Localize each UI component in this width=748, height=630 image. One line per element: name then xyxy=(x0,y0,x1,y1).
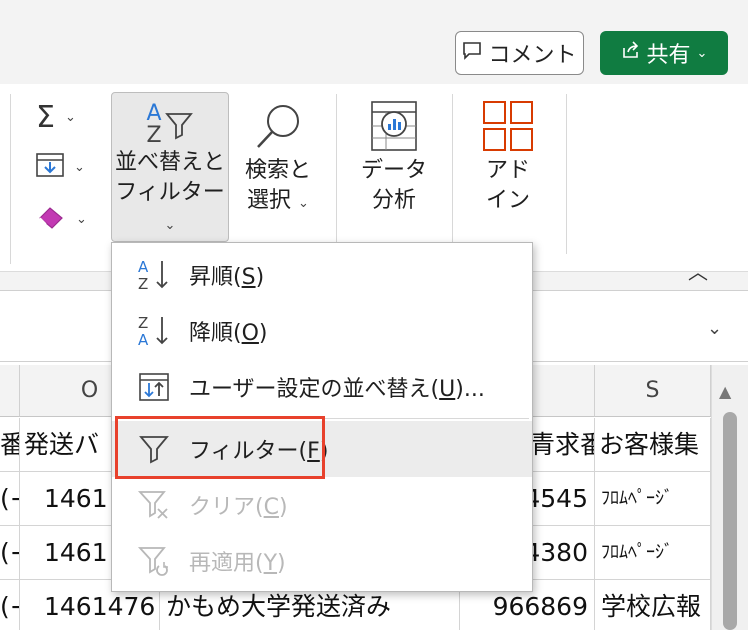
chevron-down-icon: ⌄ xyxy=(164,218,176,233)
sigma-icon: Σ xyxy=(36,100,55,135)
magnifier-icon xyxy=(253,96,303,156)
chevron-down-icon: ⌄ xyxy=(64,110,76,125)
chevron-down-icon: ⌄ xyxy=(298,196,309,211)
autosum-button[interactable]: Σ ⌄ xyxy=(36,100,76,135)
filter-highlight-box xyxy=(115,416,325,479)
menu-item-sort-descending[interactable]: ZA 降順(O) xyxy=(112,303,532,359)
analyze-data-label: データ xyxy=(360,158,427,183)
clear-button[interactable]: ⌄ xyxy=(36,204,87,235)
sort-ascending-icon: AZ xyxy=(134,255,174,295)
analyze-data-button[interactable]: データ 分析 xyxy=(356,96,432,216)
sort-filter-button[interactable]: A Z 並べ替えと フィルター ⌄ xyxy=(111,92,229,242)
sort-filter-label-2: フィルター xyxy=(115,180,225,205)
column-header-s[interactable]: S xyxy=(595,365,711,417)
collapse-ribbon-icon[interactable]: ︿ xyxy=(688,256,708,285)
find-select-label: 検索と xyxy=(244,158,311,183)
fill-down-icon xyxy=(36,152,64,183)
table-cell[interactable]: ﾌﾛﾑﾍﾟｰｼﾞ xyxy=(595,526,711,580)
chevron-down-icon: ⌄ xyxy=(76,212,87,227)
analyze-data-icon xyxy=(366,96,422,156)
addins-button[interactable]: アド イン xyxy=(470,96,546,216)
find-select-button[interactable]: 検索と 選択 ⌄ xyxy=(238,96,318,219)
ribbon-separator xyxy=(336,94,337,254)
sort-descending-icon: ZA xyxy=(134,311,174,351)
share-label: 共有 xyxy=(646,43,691,68)
share-button[interactable]: 共有 ⌄ xyxy=(600,31,728,75)
svg-text:Z: Z xyxy=(138,275,148,293)
reapply-filter-icon xyxy=(134,541,174,581)
menu-item-sort-ascending[interactable]: AZ 昇順(S) xyxy=(112,247,532,303)
table-cell[interactable]: ﾌﾛﾑﾍﾟｰｼﾞ xyxy=(595,472,711,526)
scrollbar-thumb[interactable] xyxy=(723,412,737,630)
eraser-icon xyxy=(36,204,66,235)
comments-label: コメント xyxy=(488,43,577,68)
table-cell[interactable]: (+ xyxy=(0,580,20,630)
table-cell[interactable]: (+ xyxy=(0,526,20,580)
menu-item-custom-sort[interactable]: ユーザー設定の並べ替え(U)... xyxy=(112,359,532,415)
ribbon-separator xyxy=(566,94,567,254)
sort-filter-icon: A Z xyxy=(146,101,193,148)
share-icon xyxy=(621,40,641,66)
addins-label: アド xyxy=(485,158,530,183)
ribbon-separator xyxy=(10,94,11,264)
addins-label-2: イン xyxy=(485,188,530,213)
table-cell[interactable]: (+ xyxy=(0,472,20,526)
chevron-down-icon: ⌄ xyxy=(696,45,708,61)
expand-formula-bar-icon[interactable]: ⌄ xyxy=(707,318,722,339)
addins-icon xyxy=(481,96,535,156)
menu-item-clear-filter: クリア(C) xyxy=(112,477,532,533)
scroll-up-icon[interactable]: ▲ xyxy=(719,382,731,401)
svg-text:Z: Z xyxy=(138,314,148,332)
table-cell[interactable]: お客様集 xyxy=(595,418,711,472)
table-cell[interactable]: 学校広報 xyxy=(595,580,711,630)
ribbon-separator xyxy=(452,94,453,254)
analyze-data-label-2: 分析 xyxy=(371,188,416,213)
column-header[interactable] xyxy=(0,365,20,417)
sort-filter-label: 並べ替えと xyxy=(114,150,225,175)
table-cell[interactable]: 番 xyxy=(0,418,20,472)
svg-text:A: A xyxy=(138,331,149,349)
menu-item-reapply-filter: 再適用(Y) xyxy=(112,533,532,589)
svg-text:A: A xyxy=(138,258,149,276)
find-select-label-2: 選択 xyxy=(247,188,292,213)
custom-sort-icon xyxy=(134,367,174,407)
fill-button[interactable]: ⌄ xyxy=(36,152,85,183)
clear-filter-icon xyxy=(134,485,174,525)
comments-button[interactable]: コメント xyxy=(455,31,584,75)
chevron-down-icon: ⌄ xyxy=(74,160,85,175)
comment-icon xyxy=(462,40,482,66)
